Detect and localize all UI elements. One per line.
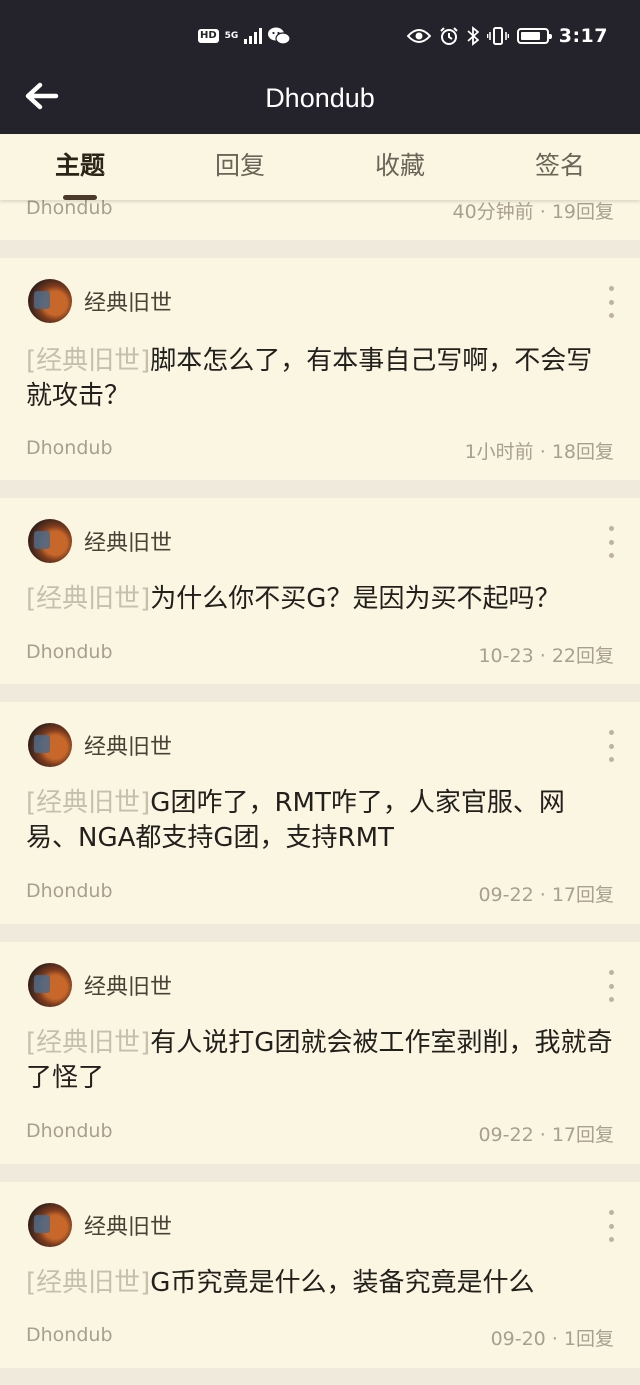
author-name[interactable]: 经典旧世 bbox=[84, 525, 172, 557]
post-header: 经典旧世 bbox=[28, 722, 172, 768]
post-title[interactable]: [经典旧世]有人说打G团就会被工作室剥削，我就奇了怪了 bbox=[26, 1026, 614, 1096]
forum-tag: [经典旧世] bbox=[26, 1268, 151, 1298]
post-header: 经典旧世 bbox=[28, 518, 172, 564]
post-header: 经典旧世 bbox=[28, 1202, 172, 1248]
more-options-button[interactable] bbox=[606, 526, 616, 558]
post-card[interactable]: 经典旧世 [经典旧世]有人说打G团就会被工作室剥削，我就奇了怪了 Dhondub… bbox=[0, 942, 640, 1164]
post-header: 经典旧世 bbox=[28, 962, 172, 1008]
board-name: Dhondub bbox=[26, 197, 113, 219]
wechat-icon bbox=[268, 27, 291, 45]
status-time: 3:17 bbox=[558, 25, 608, 47]
network-type: 5G bbox=[224, 30, 239, 41]
status-right: 3:17 bbox=[406, 22, 608, 50]
tab-bar: 主题 回复 收藏 签名 bbox=[0, 134, 640, 200]
author-name[interactable]: 经典旧世 bbox=[84, 729, 172, 761]
arrow-left-icon bbox=[25, 82, 59, 110]
forum-tag: [经典旧世] bbox=[26, 584, 151, 614]
post-info: 09-20 · 1回复 bbox=[490, 1328, 614, 1350]
post-info: 40分钟前 · 19回复 bbox=[452, 201, 615, 223]
forum-tag: [经典旧世] bbox=[26, 1028, 151, 1058]
post-info: 1小时前 · 18回复 bbox=[464, 441, 614, 463]
vibrate-icon bbox=[486, 27, 509, 45]
battery-icon bbox=[516, 28, 552, 44]
post-info: 09-22 · 17回复 bbox=[478, 884, 614, 906]
post-title[interactable]: [经典旧世]G团咋了，RMT咋了，人家官服、网易、NGA都支持G团，支持RMT bbox=[26, 786, 614, 856]
alarm-icon bbox=[440, 27, 458, 45]
post-card[interactable]: 经典旧世 [经典旧世]为什么你不买G？是因为买不起吗？ Dhondub 10-2… bbox=[0, 498, 640, 684]
avatar[interactable] bbox=[28, 279, 72, 323]
status-bar: HD 5G 3:17 bbox=[0, 0, 640, 70]
avatar[interactable] bbox=[28, 519, 72, 563]
post-card[interactable]: 经典旧世 [经典旧世]G团咋了，RMT咋了，人家官服、网易、NGA都支持G团，支… bbox=[0, 702, 640, 924]
avatar[interactable] bbox=[28, 1203, 72, 1247]
bluetooth-icon bbox=[467, 26, 479, 46]
more-options-button[interactable] bbox=[606, 970, 616, 1002]
more-options-button[interactable] bbox=[606, 286, 616, 318]
author-name[interactable]: 经典旧世 bbox=[84, 285, 172, 317]
board-name: Dhondub bbox=[26, 641, 113, 663]
post-header: 经典旧世 bbox=[28, 278, 172, 324]
post-title[interactable]: [经典旧世]为什么你不买G？是因为买不起吗？ bbox=[26, 582, 614, 617]
tab-topics[interactable]: 主题 bbox=[0, 134, 160, 200]
board-name: Dhondub bbox=[26, 1324, 113, 1346]
status-left: HD 5G bbox=[198, 24, 291, 48]
signal-icon bbox=[244, 28, 263, 44]
post-title[interactable]: [经典旧世]脚本怎么了，有本事自己写啊，不会写就攻击？ bbox=[26, 344, 614, 414]
post-info: 09-22 · 17回复 bbox=[478, 1124, 614, 1146]
board-name: Dhondub bbox=[26, 1120, 113, 1142]
title-bar: Dhondub bbox=[0, 70, 640, 134]
more-options-button[interactable] bbox=[606, 730, 616, 762]
tab-replies[interactable]: 回复 bbox=[160, 134, 320, 200]
board-name: Dhondub bbox=[26, 437, 113, 459]
hd-icon: HD bbox=[198, 29, 219, 43]
tab-signature[interactable]: 签名 bbox=[480, 134, 640, 200]
post-title[interactable]: [经典旧世]G币究竟是什么，装备究竟是什么 bbox=[26, 1266, 614, 1301]
forum-tag: [经典旧世] bbox=[26, 346, 151, 376]
post-info: 10-23 · 22回复 bbox=[478, 645, 614, 667]
page-title: Dhondub bbox=[265, 83, 375, 113]
eye-icon bbox=[406, 29, 431, 43]
tab-favorites[interactable]: 收藏 bbox=[320, 134, 480, 200]
back-button[interactable] bbox=[20, 82, 64, 122]
post-card[interactable]: 经典旧世 [经典旧世]G币究竟是什么，装备究竟是什么 Dhondub 09-20… bbox=[0, 1182, 640, 1368]
avatar[interactable] bbox=[28, 963, 72, 1007]
forum-tag: [经典旧世] bbox=[26, 788, 151, 818]
board-name: Dhondub bbox=[26, 880, 113, 902]
post-card[interactable]: 经典旧世 [经典旧世]脚本怎么了，有本事自己写啊，不会写就攻击？ Dhondub… bbox=[0, 258, 640, 480]
avatar[interactable] bbox=[28, 723, 72, 767]
author-name[interactable]: 经典旧世 bbox=[84, 1209, 172, 1241]
more-options-button[interactable] bbox=[606, 1210, 616, 1242]
author-name[interactable]: 经典旧世 bbox=[84, 969, 172, 1001]
